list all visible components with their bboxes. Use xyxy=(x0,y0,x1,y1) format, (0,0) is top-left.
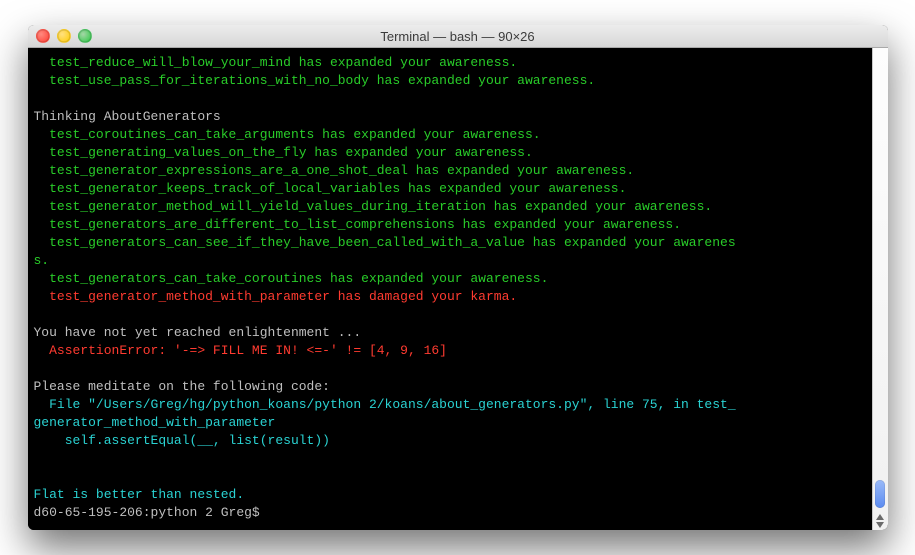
terminal-line: d60-65-195-206:python 2 Greg$ xyxy=(34,504,868,522)
terminal-line: test_generator_method_will_yield_values_… xyxy=(34,198,868,216)
terminal-line: Flat is better than nested. xyxy=(34,486,868,504)
terminal-line: generator_method_with_parameter xyxy=(34,414,868,432)
terminal-window: Terminal — bash — 90×26 test_reduce_will… xyxy=(28,25,888,530)
terminal-line: You have not yet reached enlightenment .… xyxy=(34,324,868,342)
terminal-line: test_generators_can_take_coroutines has … xyxy=(34,270,868,288)
terminal-body: test_reduce_will_blow_your_mind has expa… xyxy=(28,48,888,530)
terminal-text: test_generators_are_different_to_list_co… xyxy=(34,217,682,232)
window-title: Terminal — bash — 90×26 xyxy=(28,29,888,44)
terminal-line: test_generator_method_with_parameter has… xyxy=(34,288,868,306)
scrollbar[interactable] xyxy=(872,48,888,530)
terminal-text: self.assertEqual(__, list(result)) xyxy=(34,433,330,448)
terminal-text: test_generator_expressions_are_a_one_sho… xyxy=(34,163,635,178)
terminal-line: Please meditate on the following code: xyxy=(34,378,868,396)
terminal-text: Flat is better than nested. xyxy=(34,487,245,502)
terminal-line xyxy=(34,468,868,486)
terminal-text: test_use_pass_for_iterations_with_no_bod… xyxy=(34,73,596,88)
terminal-text: Please meditate on the following code: xyxy=(34,379,330,394)
terminal-text: test_generator_method_will_yield_values_… xyxy=(34,199,713,214)
terminal-text: test_generators_can_take_coroutines has … xyxy=(34,271,549,286)
terminal-line: test_generator_expressions_are_a_one_sho… xyxy=(34,162,868,180)
terminal-line: test_generator_keeps_track_of_local_vari… xyxy=(34,180,868,198)
terminal-text xyxy=(34,361,42,376)
terminal-line: self.assertEqual(__, list(result)) xyxy=(34,432,868,450)
terminal-line xyxy=(34,306,868,324)
terminal-text: generator_method_with_parameter xyxy=(34,415,276,430)
minimize-icon[interactable] xyxy=(57,29,71,43)
terminal-content[interactable]: test_reduce_will_blow_your_mind has expa… xyxy=(28,48,872,530)
terminal-line: test_reduce_will_blow_your_mind has expa… xyxy=(34,54,868,72)
terminal-text: test_generator_method_with_parameter has… xyxy=(34,289,518,304)
terminal-text: s. xyxy=(34,253,50,268)
terminal-line xyxy=(34,90,868,108)
terminal-text: test_reduce_will_blow_your_mind has expa… xyxy=(34,55,518,70)
terminal-line xyxy=(34,360,868,378)
terminal-text: d60-65-195-206:python 2 Greg$ xyxy=(34,505,268,520)
terminal-line: File "/Users/Greg/hg/python_koans/python… xyxy=(34,396,868,414)
terminal-text: Thinking AboutGenerators xyxy=(34,109,221,124)
terminal-text: AssertionError: '-=> FILL ME IN! <=-' !=… xyxy=(34,343,447,358)
traffic-lights xyxy=(36,29,92,43)
terminal-text xyxy=(34,307,42,322)
terminal-text: test_generator_keeps_track_of_local_vari… xyxy=(34,181,627,196)
terminal-text: test_coroutines_can_take_arguments has e… xyxy=(34,127,541,142)
terminal-line: test_generating_values_on_the_fly has ex… xyxy=(34,144,868,162)
terminal-text: File "/Users/Greg/hg/python_koans/python… xyxy=(34,397,736,412)
zoom-icon[interactable] xyxy=(78,29,92,43)
terminal-text xyxy=(34,451,42,466)
terminal-line: s. xyxy=(34,252,868,270)
terminal-line: test_generators_are_different_to_list_co… xyxy=(34,216,868,234)
scroll-down-icon[interactable] xyxy=(876,522,884,528)
terminal-line: test_generators_can_see_if_they_have_bee… xyxy=(34,234,868,252)
terminal-text: test_generators_can_see_if_they_have_bee… xyxy=(34,235,736,250)
terminal-line: test_use_pass_for_iterations_with_no_bod… xyxy=(34,72,868,90)
scroll-up-icon[interactable] xyxy=(876,514,884,520)
terminal-line: Thinking AboutGenerators xyxy=(34,108,868,126)
terminal-line: AssertionError: '-=> FILL ME IN! <=-' !=… xyxy=(34,342,868,360)
terminal-text xyxy=(34,91,42,106)
close-icon[interactable] xyxy=(36,29,50,43)
terminal-text: test_generating_values_on_the_fly has ex… xyxy=(34,145,533,160)
window-titlebar[interactable]: Terminal — bash — 90×26 xyxy=(28,25,888,48)
terminal-line: test_coroutines_can_take_arguments has e… xyxy=(34,126,868,144)
terminal-line xyxy=(34,450,868,468)
terminal-text xyxy=(34,469,42,484)
terminal-text: You have not yet reached enlightenment .… xyxy=(34,325,362,340)
scrollbar-thumb[interactable] xyxy=(875,480,885,508)
